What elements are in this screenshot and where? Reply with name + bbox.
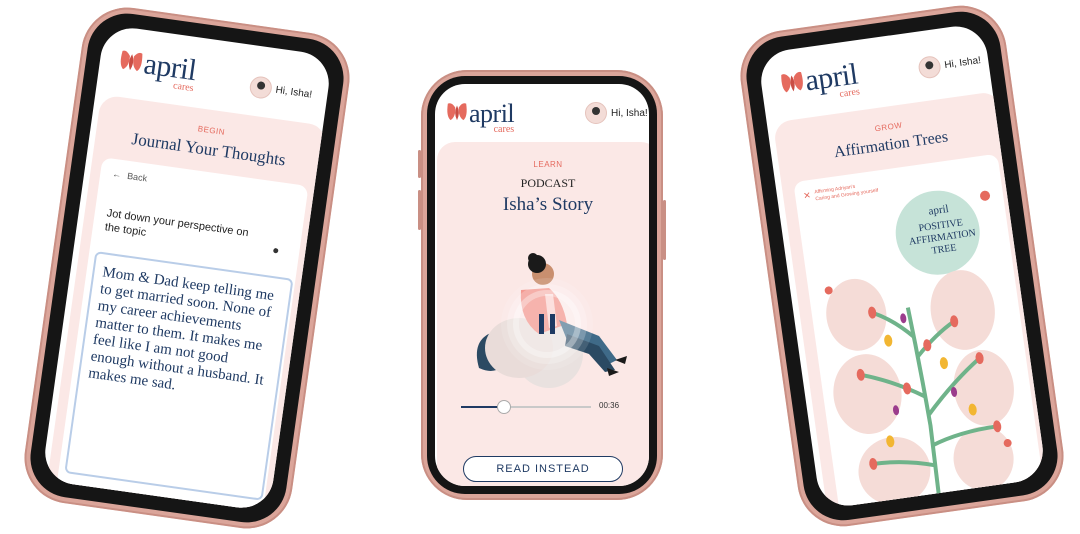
back-link[interactable]: ← Back	[112, 169, 148, 184]
tree-badge: april POSITIVE AFFIRMATION TREE	[898, 199, 984, 262]
side-button	[418, 190, 421, 230]
content-kind: PODCAST	[520, 176, 576, 190]
journal-card: ← Back Jot down your perspective on the …	[52, 157, 309, 512]
page-title: Isha’s Story	[502, 194, 594, 215]
phone-bezel: april cares Hi, Isha! BEGIN Journal Your…	[25, 8, 349, 528]
tulip-icon	[447, 103, 467, 121]
journal-screen: april cares Hi, Isha! BEGIN Journal Your…	[41, 24, 333, 512]
arrow-left-icon: ←	[111, 168, 123, 180]
journal-entry-textarea[interactable]: Mom & Dad keep telling me to get married…	[64, 251, 294, 501]
user-greeting: Hi, Isha!	[274, 84, 313, 101]
next-label: Next	[62, 498, 82, 511]
avatar[interactable]	[917, 54, 943, 80]
play-pause-button[interactable]	[519, 296, 575, 352]
affirmations-screen: april cares Hi, Isha! GROW Affirmation T…	[757, 22, 1047, 510]
user-greeting: Hi, Isha!	[943, 55, 982, 72]
brand-sub: cares	[493, 124, 515, 135]
phone-bezel: april cares Hi, Isha! GROW Affirmation T…	[741, 6, 1063, 526]
next-button[interactable]: Next →	[54, 492, 104, 512]
april-logo: april cares	[778, 58, 861, 100]
read-instead-label: READ INSTEAD	[496, 463, 590, 475]
phone-bezel: april cares Hi, Isha! LEARN PODCAST Isha…	[427, 76, 657, 494]
pause-icon	[539, 314, 555, 334]
side-button	[663, 200, 666, 260]
read-instead-button[interactable]: READ INSTEAD	[463, 456, 623, 482]
tulip-icon	[781, 71, 803, 93]
tulip-icon	[120, 50, 143, 72]
user-greeting: Hi, Isha!	[611, 108, 648, 119]
brand-word: april	[141, 47, 199, 88]
brand-sub: cares	[172, 80, 195, 95]
time-label: 00:36	[599, 401, 620, 410]
phone-journal: april cares Hi, Isha! BEGIN Journal Your…	[18, 1, 356, 534]
progress-thumb[interactable]	[496, 400, 511, 414]
phone-podcast: april cares Hi, Isha! LEARN PODCAST Isha…	[418, 70, 666, 500]
side-button	[418, 150, 421, 178]
back-label: Back	[126, 170, 148, 184]
brand-sub: cares	[838, 86, 861, 100]
progress-track[interactable]	[461, 400, 591, 414]
affirmations-panel: GROW Affirmation Trees ✕ Affirming Adriy…	[772, 90, 1047, 510]
arrow-right-icon: →	[85, 501, 96, 512]
prompt-text: Jot down your perspective on the topic	[104, 207, 250, 240]
radio-dot-icon[interactable]	[272, 247, 279, 254]
podcast-screen: april cares Hi, Isha! LEARN PODCAST Isha…	[435, 84, 649, 486]
april-logo: april cares	[116, 47, 199, 94]
avatar[interactable]	[248, 75, 274, 100]
phone-affirmations: april cares Hi, Isha! GROW Affirmation T…	[734, 0, 1070, 533]
april-logo: april cares	[445, 100, 515, 135]
avatar[interactable]	[585, 102, 607, 124]
tree-card: ✕ Affirming Adriyan's Caring and Growing…	[793, 153, 1047, 510]
section-label: LEARN	[533, 160, 563, 169]
journal-entry-text: Mom & Dad keep telling me to get married…	[87, 264, 275, 394]
journal-panel: BEGIN Journal Your Thoughts ← Back Jot d…	[41, 94, 328, 512]
podcast-panel: LEARN PODCAST Isha’s Story 00:36 READ IN…	[437, 142, 649, 486]
